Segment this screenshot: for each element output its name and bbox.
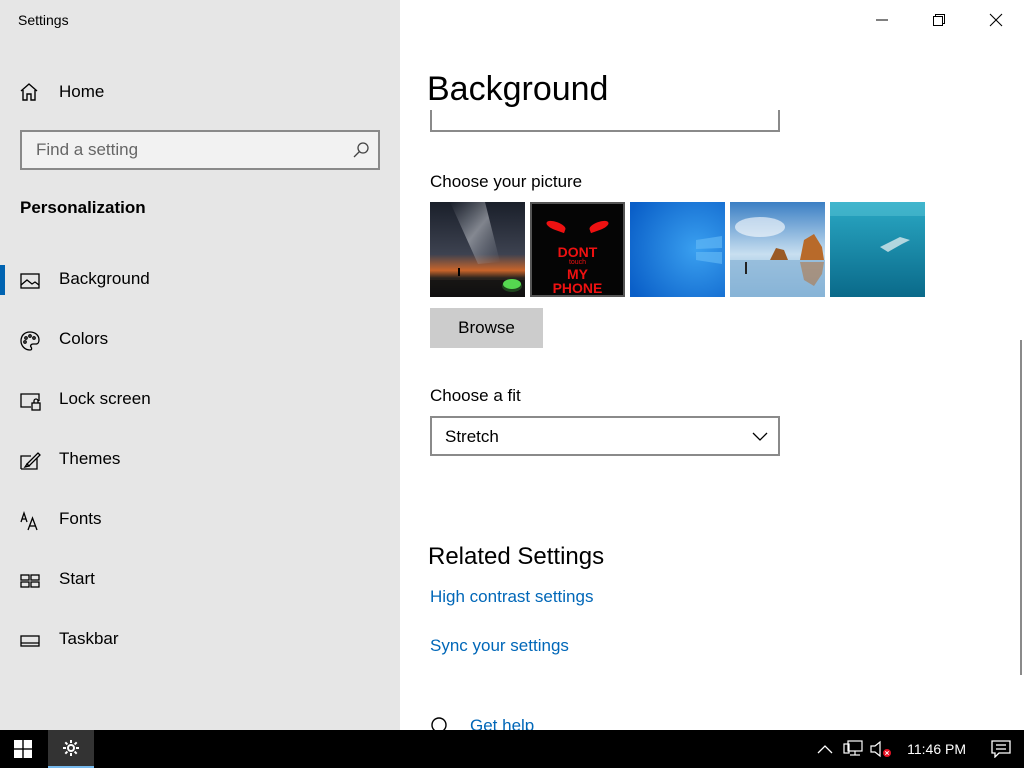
sidebar-item-fonts[interactable]: Fonts (0, 503, 400, 563)
start-tiles-icon (18, 569, 42, 593)
help-chat-icon (431, 717, 447, 730)
home-label: Home (59, 82, 105, 101)
home-icon (20, 83, 38, 101)
beach-rocks-image (730, 202, 825, 297)
milky-way-image (430, 202, 525, 297)
show-hidden-icons-button[interactable] (811, 730, 839, 768)
sidebar-item-start[interactable]: Start (0, 563, 400, 623)
close-icon (989, 13, 1002, 27)
sidebar-item-taskbar[interactable]: Taskbar (0, 623, 400, 683)
sidebar-item-label: Lock screen (59, 389, 151, 408)
sidebar-item-label: Colors (59, 329, 109, 348)
fonts-icon (18, 509, 42, 533)
gear-icon (63, 740, 79, 756)
sidebar-item-background[interactable]: Background (0, 263, 400, 323)
minimize-button[interactable] (853, 0, 910, 40)
page-title: Background (427, 70, 609, 108)
taskbar-icon (18, 629, 42, 653)
underwater-image (830, 202, 925, 297)
picture-thumb-dont-touch[interactable]: DONT touch MY PHONE (530, 202, 625, 297)
search-input[interactable] (22, 132, 342, 168)
picture-thumb-underwater[interactable] (830, 202, 925, 297)
picture-thumb-beach[interactable] (730, 202, 825, 297)
picture-thumb-milky-way[interactable] (430, 202, 525, 297)
picture-thumb-windows[interactable] (630, 202, 725, 297)
picture-icon (18, 269, 42, 293)
fit-dropdown-value: Stretch (445, 427, 499, 446)
search-icon[interactable] (352, 141, 370, 159)
sidebar-item-colors[interactable]: Colors (0, 323, 400, 383)
dont-text: DONT (557, 244, 598, 260)
section-title: Personalization (20, 198, 146, 217)
start-button[interactable] (0, 730, 46, 768)
chevron-down-icon (752, 432, 768, 441)
window-controls (853, 0, 1024, 40)
network-icon (843, 740, 863, 756)
system-tray: 11:46 PM (811, 730, 1024, 768)
browse-button[interactable]: Browse (430, 308, 543, 348)
choose-picture-label: Choose your picture (430, 172, 583, 191)
fit-dropdown[interactable]: Stretch (430, 416, 780, 456)
get-help-label: Get help (470, 716, 535, 730)
preview-box-bottom (430, 110, 780, 132)
high-contrast-link[interactable]: High contrast settings (430, 587, 593, 607)
taskbar-settings-app[interactable] (48, 730, 94, 768)
sidebar-item-label: Taskbar (59, 629, 119, 648)
notification-icon (991, 740, 1011, 758)
lock-screen-icon (18, 389, 42, 413)
network-button[interactable] (839, 730, 867, 768)
chevron-up-icon (817, 745, 833, 754)
action-center-button[interactable] (978, 730, 1024, 768)
sidebar-item-label: Start (59, 569, 95, 588)
sidebar: Settings Home Personalization Background… (0, 0, 400, 730)
taskbar-clock[interactable]: 11:46 PM (895, 741, 978, 757)
sidebar-item-label: Themes (59, 449, 121, 468)
scrollbar[interactable] (1020, 340, 1022, 675)
get-help-link[interactable]: Get help (430, 716, 534, 730)
windows-logo-icon (14, 740, 32, 758)
app-title: Settings (18, 12, 69, 28)
my-text: MY (567, 266, 588, 282)
restore-button[interactable] (910, 0, 967, 40)
nav-list: Background Colors Lock screen Themes Fon… (0, 263, 400, 683)
volume-button[interactable] (867, 730, 895, 768)
windows-blue-image (630, 202, 725, 297)
volume-muted-icon (870, 740, 892, 758)
taskbar: 11:46 PM (0, 730, 1024, 768)
restore-icon (932, 14, 945, 26)
home-nav-item[interactable]: Home (18, 78, 104, 106)
phone-text: PHONE (552, 280, 603, 296)
minimize-icon (875, 19, 888, 21)
picture-thumbnails: DONT touch MY PHONE (430, 202, 925, 297)
sidebar-item-label: Fonts (59, 509, 102, 528)
themes-brush-icon (18, 449, 42, 473)
sync-settings-link[interactable]: Sync your settings (430, 636, 569, 656)
sidebar-item-themes[interactable]: Themes (0, 443, 400, 503)
main-pane: Background Choose your picture DONT touc… (400, 0, 1024, 730)
search-box[interactable] (20, 130, 380, 170)
choose-fit-label: Choose a fit (430, 386, 521, 405)
sidebar-item-label: Background (59, 269, 150, 288)
sidebar-item-lock-screen[interactable]: Lock screen (0, 383, 400, 443)
close-button[interactable] (967, 0, 1024, 40)
related-settings-title: Related Settings (428, 543, 605, 570)
palette-icon (18, 329, 42, 353)
